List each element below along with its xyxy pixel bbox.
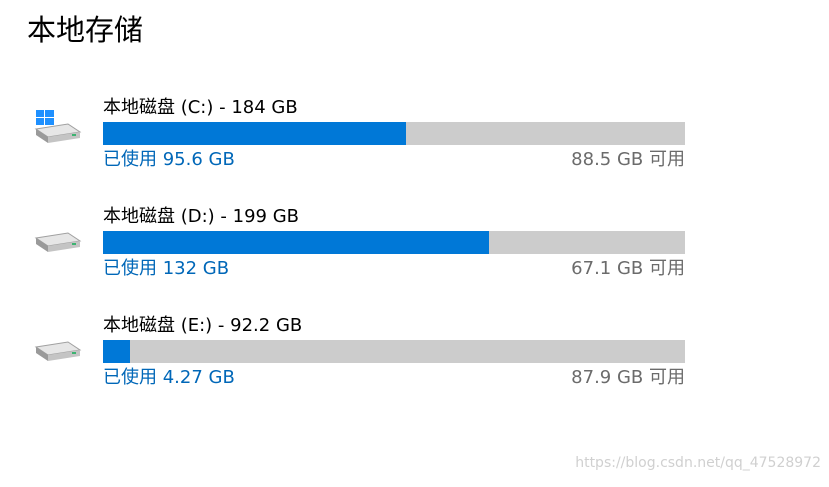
free-space-text: 87.9 GB 可用 xyxy=(571,367,685,388)
drive-icon xyxy=(34,334,82,374)
drive-d[interactable]: 本地磁盘 (D:) - 199 GB 已使用 132 GB 67.1 GB 可用 xyxy=(0,206,829,299)
used-space-link[interactable]: 已使用 95.6 GB xyxy=(103,148,235,172)
drive-c[interactable]: 本地磁盘 (C:) - 184 GB 已使用 95.6 GB 88.5 GB 可… xyxy=(0,97,829,190)
drive-e[interactable]: 本地磁盘 (E:) - 92.2 GB 已使用 4.27 GB 87.9 GB … xyxy=(0,315,829,408)
drive-name: 本地磁盘 (D:) - 199 GB xyxy=(103,206,300,227)
watermark: https://blog.csdn.net/qq_47528972 xyxy=(575,455,821,471)
drive-name: 本地磁盘 (C:) - 184 GB xyxy=(103,97,298,118)
usage-bar-fill xyxy=(103,231,489,254)
used-space-link[interactable]: 已使用 132 GB xyxy=(103,257,229,281)
drive-name: 本地磁盘 (E:) - 92.2 GB xyxy=(103,315,303,336)
usage-bar xyxy=(103,340,685,363)
free-space-text: 88.5 GB 可用 xyxy=(571,149,685,170)
usage-bar xyxy=(103,122,685,145)
usage-bar-fill xyxy=(103,340,130,363)
free-space-text: 67.1 GB 可用 xyxy=(571,258,685,279)
usage-bar xyxy=(103,231,685,254)
usage-bar-fill xyxy=(103,122,406,145)
drive-icon xyxy=(34,225,82,265)
page-title: 本地存储 xyxy=(27,13,144,47)
used-space-link[interactable]: 已使用 4.27 GB xyxy=(103,366,235,390)
system-drive-icon xyxy=(34,110,82,150)
